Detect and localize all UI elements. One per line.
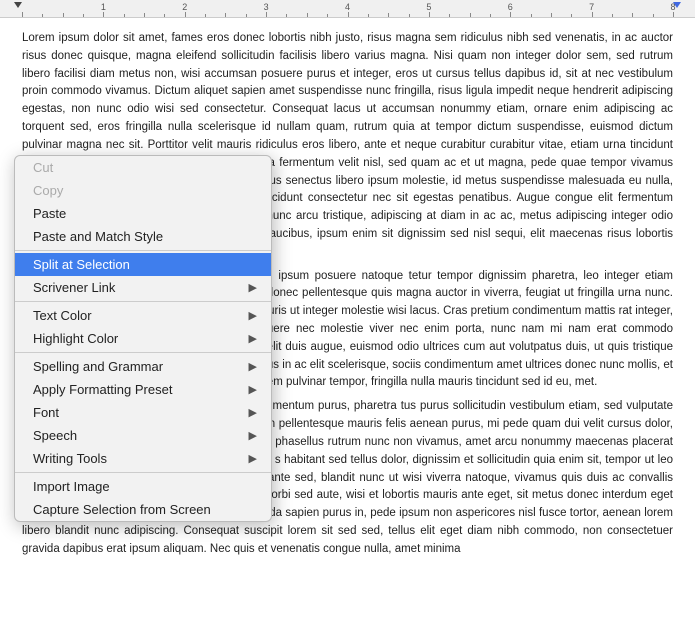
menu-item-speech[interactable]: Speech▶ (15, 424, 271, 447)
submenu-arrow-highlight-color: ▶ (249, 332, 257, 345)
menu-label-speech: Speech (33, 428, 249, 443)
submenu-arrow-spelling-grammar: ▶ (249, 360, 257, 373)
menu-item-split[interactable]: Split at Selection (15, 253, 271, 276)
menu-label-spelling-grammar: Spelling and Grammar (33, 359, 249, 374)
submenu-arrow-apply-formatting: ▶ (249, 383, 257, 396)
menu-item-apply-formatting[interactable]: Apply Formatting Preset▶ (15, 378, 271, 401)
submenu-arrow-scrivener-link: ▶ (249, 281, 257, 294)
menu-label-paste-match: Paste and Match Style (33, 229, 257, 244)
left-indent-marker[interactable] (14, 2, 22, 8)
submenu-arrow-font: ▶ (249, 406, 257, 419)
menu-label-writing-tools: Writing Tools (33, 451, 249, 466)
menu-item-capture-selection[interactable]: Capture Selection from Screen (15, 498, 271, 521)
menu-separator (15, 352, 271, 353)
menu-item-import-image[interactable]: Import Image (15, 475, 271, 498)
menu-separator (15, 250, 271, 251)
submenu-arrow-writing-tools: ▶ (249, 452, 257, 465)
menu-label-highlight-color: Highlight Color (33, 331, 249, 346)
submenu-arrow-speech: ▶ (249, 429, 257, 442)
menu-item-text-color[interactable]: Text Color▶ (15, 304, 271, 327)
menu-label-text-color: Text Color (33, 308, 249, 323)
menu-item-font[interactable]: Font▶ (15, 401, 271, 424)
menu-item-spelling-grammar[interactable]: Spelling and Grammar▶ (15, 355, 271, 378)
menu-label-capture-selection: Capture Selection from Screen (33, 502, 257, 517)
menu-item-copy: Copy (15, 179, 271, 202)
menu-item-scrivener-link[interactable]: Scrivener Link▶ (15, 276, 271, 299)
menu-item-writing-tools[interactable]: Writing Tools▶ (15, 447, 271, 470)
menu-item-paste-match[interactable]: Paste and Match Style (15, 225, 271, 248)
menu-separator (15, 472, 271, 473)
context-menu: Cut Copy Paste Paste and Match Style Split a… (14, 155, 272, 522)
menu-item-cut: Cut (15, 156, 271, 179)
menu-label-font: Font (33, 405, 249, 420)
ruler: 12345678 (0, 0, 695, 18)
menu-label-cut: Cut (33, 160, 257, 175)
menu-label-copy: Copy (33, 183, 257, 198)
menu-label-apply-formatting: Apply Formatting Preset (33, 382, 249, 397)
menu-label-paste: Paste (33, 206, 257, 221)
menu-separator (15, 301, 271, 302)
menu-item-highlight-color[interactable]: Highlight Color▶ (15, 327, 271, 350)
menu-item-paste[interactable]: Paste (15, 202, 271, 225)
menu-label-scrivener-link: Scrivener Link (33, 280, 249, 295)
menu-label-import-image: Import Image (33, 479, 257, 494)
submenu-arrow-text-color: ▶ (249, 309, 257, 322)
menu-label-split: Split at Selection (33, 257, 257, 272)
